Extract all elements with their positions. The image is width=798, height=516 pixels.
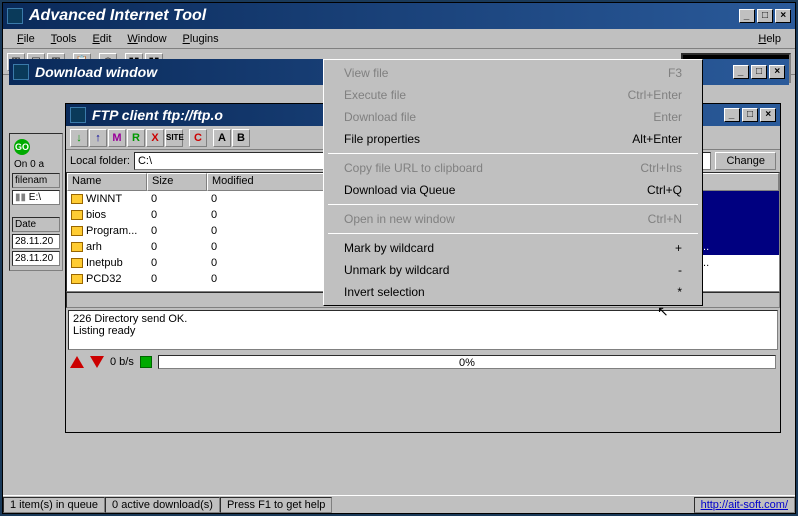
path-cell: ▮▮ E:\: [12, 190, 60, 205]
menu-tools[interactable]: Tools: [43, 31, 85, 47]
main-titlebar: Advanced Internet Tool _ □ ×: [3, 3, 795, 29]
minimize-button[interactable]: _: [739, 9, 755, 23]
ftp-minimize-button[interactable]: _: [724, 108, 740, 122]
menu-plugins[interactable]: Plugins: [175, 31, 227, 47]
ctx-view-file: View fileF3: [326, 62, 700, 84]
local-folder-label: Local folder:: [70, 155, 130, 167]
download-window-icon: [13, 64, 29, 80]
status-url[interactable]: http://ait-soft.com/: [694, 497, 795, 513]
ftp-title: FTP client ftp://ftp.o: [92, 107, 223, 123]
context-menu: View fileF3 Execute fileCtrl+Enter Downl…: [323, 59, 703, 306]
progress-bar: 0%: [158, 355, 776, 369]
status-indicator-icon: [140, 356, 152, 368]
date-header: Date: [12, 217, 60, 232]
folder-icon: [71, 226, 83, 236]
folder-icon: [71, 194, 83, 204]
rename-icon[interactable]: R: [127, 129, 145, 147]
dl-maximize-button[interactable]: □: [751, 65, 767, 79]
ctx-new-window: Open in new windowCtrl+N: [326, 208, 700, 230]
ctx-execute-file: Execute fileCtrl+Enter: [326, 84, 700, 106]
status-queue: 1 item(s) in queue: [3, 497, 105, 513]
folder-icon: [71, 242, 83, 252]
bold-icon[interactable]: A: [213, 129, 231, 147]
app-title: Advanced Internet Tool: [29, 7, 206, 25]
delete-icon[interactable]: X: [146, 129, 164, 147]
status-active: 0 active download(s): [105, 497, 220, 513]
ftp-maximize-button[interactable]: □: [742, 108, 758, 122]
app-icon: [7, 8, 23, 24]
menu-window[interactable]: Window: [119, 31, 174, 47]
status-help: Press F1 to get help: [220, 497, 332, 513]
maximize-button[interactable]: □: [757, 9, 773, 23]
col-size[interactable]: Size: [147, 173, 207, 191]
filename-header: filenam: [12, 173, 60, 188]
site-icon[interactable]: SITE: [165, 129, 183, 147]
dl-minimize-button[interactable]: _: [733, 65, 749, 79]
col-name[interactable]: Name: [67, 173, 147, 191]
ctx-download-queue[interactable]: Download via QueueCtrl+Q: [326, 179, 700, 201]
dl-close-button[interactable]: ×: [769, 65, 785, 79]
ctx-mark-wildcard[interactable]: Mark by wildcard+: [326, 237, 700, 259]
ctx-file-properties[interactable]: File propertiesAlt+Enter: [326, 128, 700, 150]
folder-icon: [71, 274, 83, 284]
menu-edit[interactable]: Edit: [84, 31, 119, 47]
download-indicator-icon: [90, 356, 104, 368]
ftp-icon: [70, 107, 86, 123]
folder-icon: [71, 210, 83, 220]
download-window-title: Download window: [35, 64, 157, 80]
speed-label: 0 b/s: [110, 356, 134, 368]
ctx-unmark-wildcard[interactable]: Unmark by wildcard-: [326, 259, 700, 281]
close-button[interactable]: ×: [775, 9, 791, 23]
menu-help[interactable]: Help: [750, 31, 789, 47]
ctx-copy-url: Copy file URL to clipboardCtrl+Ins: [326, 157, 700, 179]
folder-icon: [71, 258, 83, 268]
menu-file[interactable]: File: [9, 31, 43, 47]
move-icon[interactable]: M: [108, 129, 126, 147]
ctx-invert-selection[interactable]: Invert selection*: [326, 281, 700, 303]
ctx-download-file: Download fileEnter: [326, 106, 700, 128]
queue-strip: GO On 0 a filenam ▮▮ E:\ Date 28.11.20 2…: [9, 133, 63, 271]
menubar: File Tools Edit Window Plugins Help: [3, 29, 795, 49]
ftp-close-button[interactable]: ×: [760, 108, 776, 122]
ftp-log: 226 Directory send OK. Listing ready: [68, 310, 778, 350]
date-cell-2: 28.11.20: [12, 251, 60, 266]
go-icon[interactable]: GO: [14, 139, 30, 155]
on-label: On 0 a: [12, 158, 60, 171]
upload-icon[interactable]: ↑: [89, 129, 107, 147]
refresh-icon[interactable]: C: [189, 129, 207, 147]
date-cell-1: 28.11.20: [12, 234, 60, 249]
upload-indicator-icon: [70, 356, 84, 368]
statusbar: 1 item(s) in queue 0 active download(s) …: [3, 495, 795, 513]
change-button[interactable]: Change: [715, 152, 776, 170]
download-icon[interactable]: ↓: [70, 129, 88, 147]
b-icon[interactable]: B: [232, 129, 250, 147]
